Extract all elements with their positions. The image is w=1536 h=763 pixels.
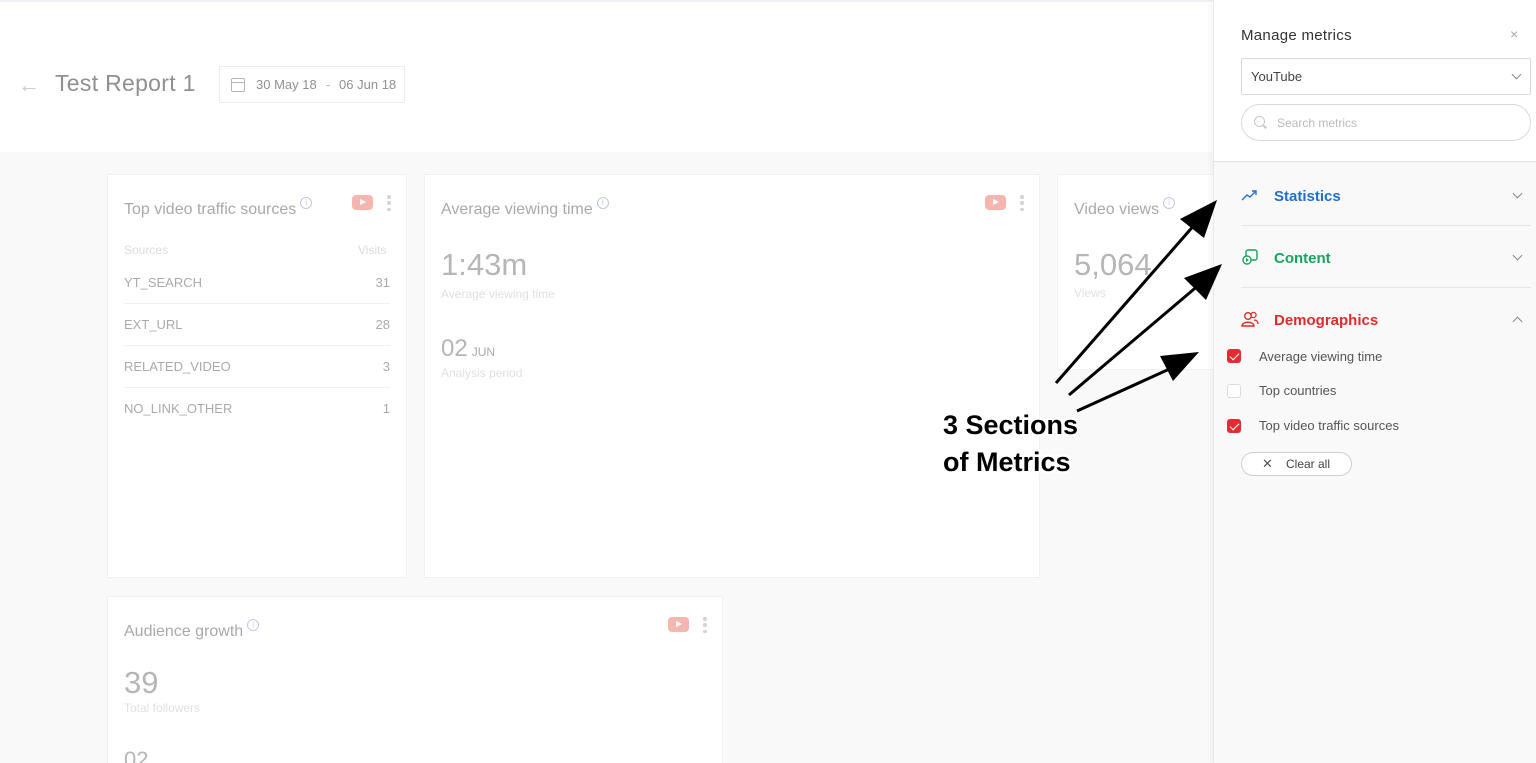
annotation-callout: 3 Sections of Metrics — [943, 407, 1078, 481]
annotation-arrows — [1054, 200, 1222, 413]
annotation-line-2: of Metrics — [943, 447, 1071, 477]
annotation-line-1: 3 Sections — [943, 410, 1079, 440]
